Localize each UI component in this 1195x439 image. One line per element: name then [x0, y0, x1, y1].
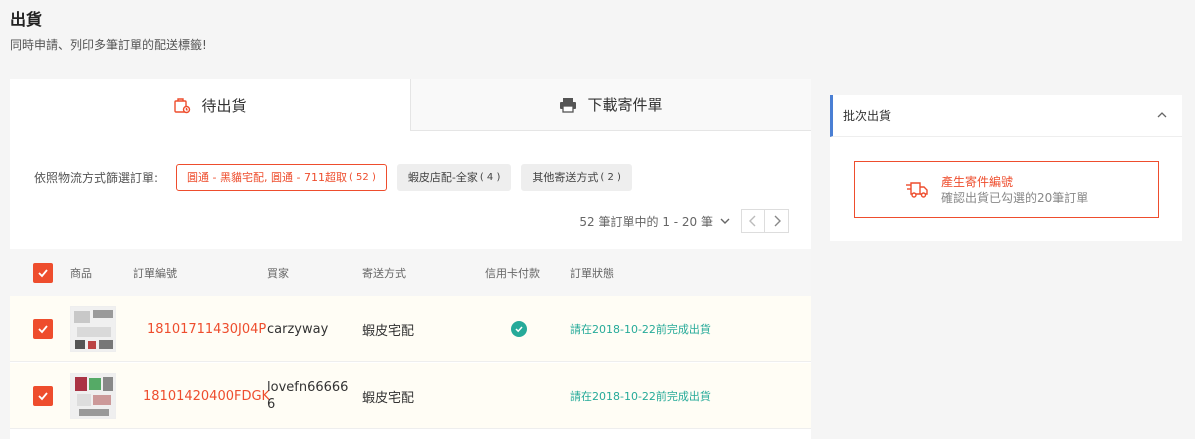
tab-download-waybill[interactable]: 下載寄件單 [410, 79, 811, 131]
chevron-left-icon [749, 215, 756, 227]
tab-bar: 待出貨 下載寄件單 [10, 79, 811, 131]
buyer-name: carzyway [267, 321, 329, 337]
page-subtitle: 同時申請、列印多筆訂單的配送標籤! [10, 38, 207, 52]
batch-ship-title: 批次出貨 [843, 109, 892, 123]
filter-chip-label: 圓通 - 黑貓宅配, 圓通 - 711超取 [187, 171, 347, 184]
filter-chip-other[interactable]: 其他寄送方式 ( 2 ) [521, 163, 632, 191]
batch-ship-panel: 批次出貨 產生寄件編號 確認出貨已勾選的20筆訂單 [830, 95, 1182, 241]
generate-tracking-title: 產生寄件編號 [941, 174, 1014, 189]
next-page-button[interactable] [765, 209, 789, 233]
tab-download-waybill-label: 下載寄件單 [587, 96, 663, 114]
credit-card-status [511, 296, 527, 362]
check-icon [38, 268, 48, 277]
product-thumbnail[interactable] [70, 363, 116, 429]
tab-to-ship-label: 待出貨 [201, 96, 247, 115]
generate-tracking-subtitle: 確認出貨已勾選的20筆訂單 [941, 190, 1089, 205]
pagination: 52 筆訂單中的 1 - 20 筆 [579, 209, 789, 233]
printer-icon [559, 96, 577, 114]
table-header: 商品 訂單編號 買家 寄送方式 信用卡付款 訂單狀態 [10, 249, 811, 296]
generate-tracking-button[interactable]: 產生寄件編號 確認出貨已勾選的20筆訂單 [854, 161, 1159, 218]
order-status: 請在2018-10-22前完成出貨 [570, 390, 711, 403]
chevron-down-icon[interactable] [719, 215, 731, 227]
filter-chip-count: ( 52 ) [348, 171, 376, 183]
checkbox-checked [33, 319, 53, 339]
filter-chip-label: 其他寄送方式 [532, 171, 599, 184]
filter-chip-count: ( 2 ) [600, 171, 621, 183]
package-icon [173, 96, 191, 114]
filter-label: 依照物流方式篩選訂單: [34, 170, 159, 185]
order-id-link[interactable]: 18101711430J04P [147, 296, 266, 362]
order-status: 請在2018-10-22前完成出貨 [570, 323, 711, 336]
prev-page-button[interactable] [741, 209, 765, 233]
filter-chip-tongda[interactable]: 圓通 - 黑貓宅配, 圓通 - 711超取 ( 52 ) [176, 163, 387, 191]
chevron-up-icon[interactable] [1156, 109, 1168, 121]
batch-ship-header[interactable]: 批次出貨 [830, 95, 1182, 137]
table-row[interactable]: 18101420400FDGK lovefn66666 6 蝦皮宅配 請在201… [10, 363, 811, 429]
order-id-link[interactable]: 18101420400FDGK [143, 363, 270, 429]
checkbox-checked [33, 262, 53, 283]
product-image [70, 306, 116, 352]
product-image [70, 373, 116, 419]
chevron-right-icon [774, 215, 781, 227]
product-thumbnail[interactable] [70, 296, 116, 362]
col-product: 商品 [70, 266, 92, 280]
shipping-method: 蝦皮宅配 [362, 323, 415, 339]
select-all-checkbox[interactable] [33, 249, 53, 296]
generate-tracking-text: 產生寄件編號 確認出貨已勾選的20筆訂單 [941, 174, 1088, 206]
check-icon [38, 325, 48, 334]
row-checkbox[interactable] [33, 296, 53, 362]
page-title: 出貨 [10, 10, 43, 29]
col-order-status: 訂單狀態 [570, 266, 614, 280]
filter-chip-count: ( 4 ) [479, 171, 501, 183]
table-row[interactable]: 18101711430J04P carzyway 蝦皮宅配 請在2018-10-… [10, 296, 811, 362]
truck-icon [905, 181, 929, 199]
filter-chip-label: 蝦皮店配-全家 [407, 171, 478, 184]
col-credit-card: 信用卡付款 [485, 266, 540, 280]
row-checkbox[interactable] [33, 363, 53, 429]
check-circle-icon [511, 321, 527, 337]
col-shipping: 寄送方式 [362, 266, 406, 280]
check-icon [38, 392, 48, 401]
tab-to-ship[interactable]: 待出貨 [10, 79, 410, 131]
col-buyer: 買家 [267, 266, 289, 280]
shipment-card: 待出貨 下載寄件單 依照物流方式篩選訂單: 圓通 - 黑貓宅配, 圓通 - 71… [10, 79, 811, 439]
shipping-method: 蝦皮宅配 [362, 390, 415, 406]
pagination-summary: 52 筆訂單中的 1 - 20 筆 [579, 214, 713, 229]
filter-chip-family[interactable]: 蝦皮店配-全家 ( 4 ) [396, 163, 512, 191]
checkbox-checked [33, 386, 53, 406]
buyer-name: lovefn66666 6 [267, 380, 349, 412]
logistics-filter: 依照物流方式篩選訂單: 圓通 - 黑貓宅配, 圓通 - 711超取 ( 52 )… [10, 163, 811, 191]
col-order-id: 訂單編號 [133, 266, 177, 280]
